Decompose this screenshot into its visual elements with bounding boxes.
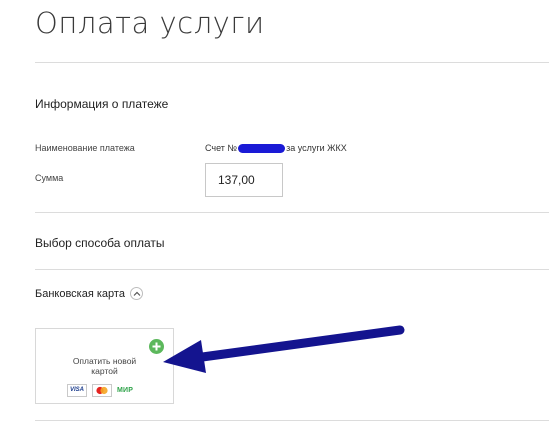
annotation-arrow — [163, 325, 405, 373]
